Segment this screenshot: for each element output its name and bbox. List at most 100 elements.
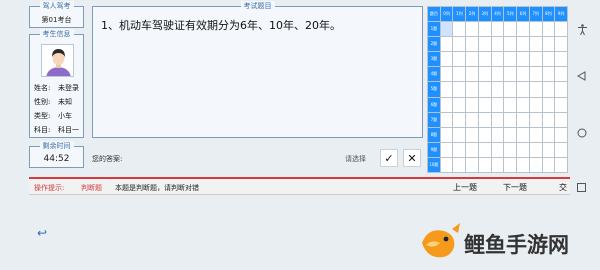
grid-answer-cell[interactable] bbox=[465, 126, 479, 143]
grid-answer-cell[interactable] bbox=[541, 21, 556, 38]
grid-answer-cell[interactable] bbox=[490, 66, 505, 83]
grid-answer-cell[interactable] bbox=[554, 66, 568, 83]
grid-answer-cell[interactable] bbox=[452, 96, 467, 113]
grid-answer-cell[interactable] bbox=[516, 66, 530, 83]
grid-answer-cell[interactable] bbox=[528, 141, 543, 158]
grid-row-header[interactable]: 7题 bbox=[427, 111, 441, 128]
grid-answer-cell[interactable] bbox=[503, 111, 518, 128]
grid-answer-cell[interactable] bbox=[554, 21, 568, 38]
grid-answer-cell[interactable] bbox=[528, 96, 543, 113]
grid-answer-cell[interactable] bbox=[490, 51, 505, 68]
grid-answer-cell[interactable] bbox=[516, 141, 530, 158]
grid-answer-cell[interactable] bbox=[554, 156, 568, 173]
grid-answer-cell[interactable] bbox=[503, 81, 518, 98]
grid-answer-cell[interactable] bbox=[554, 141, 568, 158]
grid-answer-cell[interactable] bbox=[554, 126, 568, 143]
grid-answer-cell[interactable] bbox=[541, 141, 556, 158]
grid-answer-cell[interactable] bbox=[528, 81, 543, 98]
grid-answer-cell[interactable] bbox=[503, 141, 518, 158]
grid-answer-cell[interactable] bbox=[503, 66, 518, 83]
grid-answer-cell[interactable] bbox=[528, 21, 543, 38]
grid-answer-cell[interactable] bbox=[490, 21, 505, 38]
grid-answer-cell[interactable] bbox=[541, 111, 556, 128]
grid-answer-cell[interactable] bbox=[541, 156, 556, 173]
grid-answer-cell[interactable] bbox=[477, 36, 492, 53]
nav-back-icon[interactable] bbox=[576, 71, 586, 84]
true-button[interactable]: ✓ bbox=[380, 149, 398, 167]
grid-row-header[interactable]: 1题 bbox=[427, 21, 441, 38]
grid-answer-cell[interactable] bbox=[528, 126, 543, 143]
grid-answer-cell[interactable] bbox=[452, 21, 467, 38]
grid-answer-cell[interactable] bbox=[503, 36, 518, 53]
grid-answer-cell[interactable] bbox=[541, 96, 556, 113]
grid-answer-cell[interactable] bbox=[490, 126, 505, 143]
grid-answer-cell[interactable] bbox=[452, 81, 467, 98]
grid-row-header[interactable]: 5题 bbox=[427, 81, 441, 98]
grid-answer-cell[interactable] bbox=[554, 81, 568, 98]
grid-answer-cell[interactable] bbox=[439, 111, 454, 128]
grid-answer-cell[interactable] bbox=[541, 66, 556, 83]
grid-answer-cell[interactable] bbox=[490, 81, 505, 98]
grid-answer-cell[interactable] bbox=[477, 126, 492, 143]
grid-answer-cell[interactable] bbox=[477, 156, 492, 173]
grid-answer-cell[interactable] bbox=[452, 111, 467, 128]
grid-answer-cell[interactable] bbox=[541, 51, 556, 68]
grid-answer-cell[interactable] bbox=[452, 126, 467, 143]
grid-row-header[interactable]: 4题 bbox=[427, 66, 441, 83]
grid-answer-cell[interactable] bbox=[516, 156, 530, 173]
grid-answer-cell[interactable] bbox=[528, 66, 543, 83]
grid-answer-cell[interactable] bbox=[439, 36, 454, 53]
grid-row-header[interactable]: 10题 bbox=[427, 156, 441, 173]
grid-answer-cell[interactable] bbox=[541, 81, 556, 98]
grid-answer-cell[interactable] bbox=[477, 111, 492, 128]
grid-answer-cell[interactable] bbox=[439, 66, 454, 83]
grid-answer-cell[interactable] bbox=[554, 36, 568, 53]
grid-row-header[interactable]: 9题 bbox=[427, 141, 441, 158]
grid-answer-cell[interactable] bbox=[554, 96, 568, 113]
grid-answer-cell[interactable] bbox=[528, 156, 543, 173]
grid-answer-cell[interactable] bbox=[477, 141, 492, 158]
grid-answer-cell[interactable] bbox=[465, 66, 479, 83]
grid-answer-cell[interactable] bbox=[516, 126, 530, 143]
grid-row-header[interactable]: 6题 bbox=[427, 96, 441, 113]
grid-answer-cell[interactable] bbox=[452, 36, 467, 53]
grid-answer-cell[interactable] bbox=[465, 51, 479, 68]
grid-answer-cell[interactable] bbox=[490, 111, 505, 128]
grid-answer-cell[interactable] bbox=[465, 156, 479, 173]
grid-answer-cell[interactable] bbox=[452, 156, 467, 173]
submit-button[interactable]: 交 bbox=[556, 181, 570, 194]
grid-answer-cell[interactable] bbox=[541, 36, 556, 53]
grid-answer-cell[interactable] bbox=[465, 36, 479, 53]
grid-answer-cell[interactable] bbox=[439, 126, 454, 143]
grid-answer-cell[interactable] bbox=[490, 96, 505, 113]
grid-row-header[interactable]: 2题 bbox=[427, 36, 441, 53]
grid-answer-cell[interactable] bbox=[554, 51, 568, 68]
grid-answer-cell[interactable] bbox=[490, 156, 505, 173]
grid-row-header[interactable]: 3题 bbox=[427, 51, 441, 68]
grid-answer-cell[interactable] bbox=[452, 51, 467, 68]
next-question-button[interactable]: 下一题 bbox=[493, 181, 537, 194]
grid-answer-cell[interactable] bbox=[477, 96, 492, 113]
grid-answer-cell[interactable] bbox=[503, 21, 518, 38]
grid-answer-cell[interactable] bbox=[477, 21, 492, 38]
back-icon[interactable]: ↩ bbox=[37, 226, 47, 240]
grid-answer-cell[interactable] bbox=[503, 126, 518, 143]
grid-answer-cell[interactable] bbox=[465, 81, 479, 98]
grid-answer-cell[interactable] bbox=[452, 141, 467, 158]
grid-answer-cell[interactable] bbox=[465, 111, 479, 128]
nav-home-icon[interactable] bbox=[577, 128, 587, 141]
grid-answer-cell[interactable] bbox=[465, 141, 479, 158]
grid-answer-cell[interactable] bbox=[516, 111, 530, 128]
grid-answer-cell[interactable] bbox=[439, 51, 454, 68]
grid-answer-cell[interactable] bbox=[516, 21, 530, 38]
grid-answer-cell[interactable] bbox=[477, 51, 492, 68]
grid-answer-cell[interactable] bbox=[490, 36, 505, 53]
grid-answer-cell[interactable] bbox=[528, 51, 543, 68]
accessibility-icon[interactable] bbox=[578, 24, 587, 38]
grid-answer-cell[interactable] bbox=[465, 96, 479, 113]
grid-answer-cell[interactable] bbox=[503, 156, 518, 173]
grid-answer-cell[interactable] bbox=[439, 21, 454, 38]
grid-answer-cell[interactable] bbox=[439, 141, 454, 158]
grid-answer-cell[interactable] bbox=[439, 96, 454, 113]
grid-answer-cell[interactable] bbox=[490, 141, 505, 158]
